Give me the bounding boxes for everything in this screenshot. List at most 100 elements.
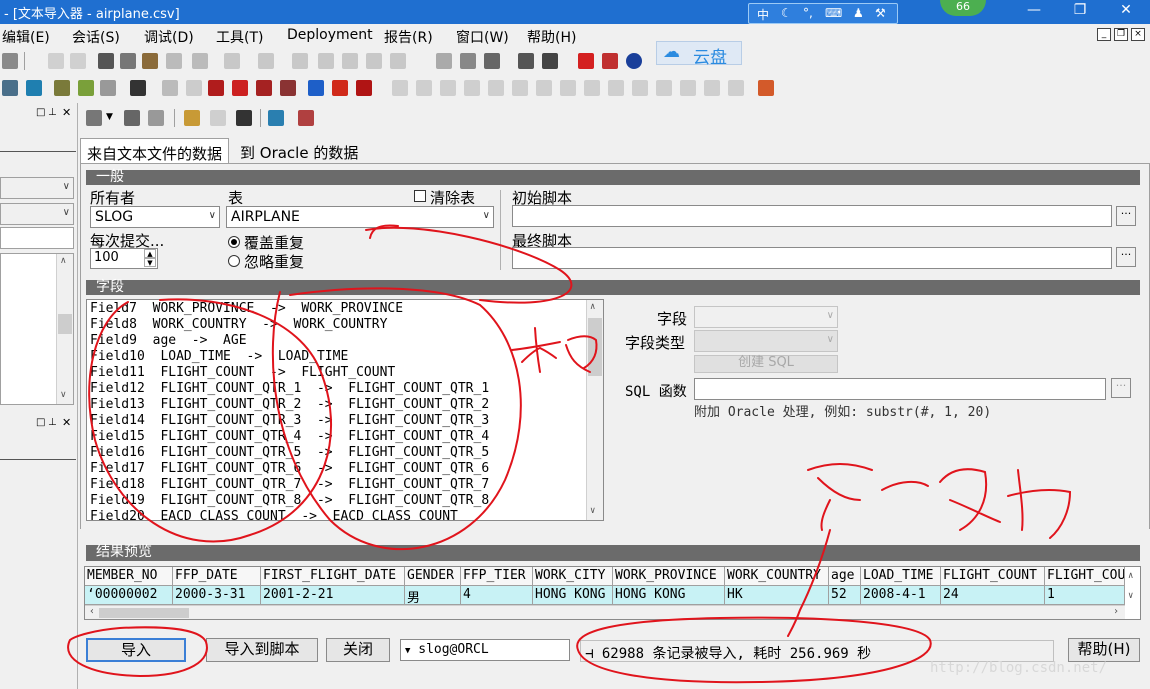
find-icon[interactable] (166, 53, 182, 69)
owner-select[interactable]: SLOG ∨ (90, 206, 220, 228)
table-cell[interactable]: HK (725, 586, 829, 605)
table-cell[interactable]: 2000-3-31 (173, 586, 261, 605)
spin-down-icon[interactable]: ▼ (144, 258, 156, 267)
tool-9-icon[interactable] (584, 80, 600, 96)
menu-help[interactable]: 帮助(H) (527, 27, 576, 47)
clear-table-checkbox[interactable] (414, 190, 426, 202)
table-cell[interactable]: 1 (1045, 586, 1125, 605)
forward-icon[interactable] (258, 53, 274, 69)
tool-4-icon[interactable] (464, 80, 480, 96)
wizard-icon[interactable] (298, 110, 314, 126)
mdi-restore-icon[interactable]: ❐ (1114, 28, 1128, 41)
tool-7-icon[interactable] (536, 80, 552, 96)
db-connect-icon[interactable] (2, 80, 18, 96)
spin-up-icon[interactable]: ▲ (144, 249, 156, 258)
cut-icon[interactable] (98, 53, 114, 69)
column-header[interactable]: FFP_TIER (461, 567, 533, 586)
import-button[interactable]: 导入 (86, 638, 186, 662)
window-list-icon[interactable] (436, 53, 452, 69)
table-cell[interactable]: 24 (941, 586, 1045, 605)
step-icon[interactable] (256, 80, 272, 96)
back-icon[interactable] (224, 53, 240, 69)
ime-toolbar[interactable]: 中 ☾ °, ⌨ ♟ ⚒ (748, 3, 898, 24)
uncomment-icon[interactable] (366, 53, 382, 69)
list-item[interactable]: Field14 FLIGHT_COUNT_QTR_3 -> FLIGHT_COU… (90, 413, 489, 428)
left-combo-2[interactable]: ∨ (0, 203, 74, 225)
copy-icon[interactable] (120, 53, 136, 69)
menu-deployment[interactable]: Deployment (287, 27, 373, 43)
table-cell[interactable]: 2008-4-1 (861, 586, 941, 605)
panel-pin-icon[interactable]: ⊥ (48, 107, 57, 118)
tool-13-icon[interactable] (680, 80, 696, 96)
grid-scroll-up-icon[interactable]: ∧ (1128, 571, 1133, 581)
column-header[interactable]: GENDER (405, 567, 461, 586)
tool-15-icon[interactable] (728, 80, 744, 96)
wrench-icon[interactable]: ⚒ (875, 6, 886, 20)
tool-3-icon[interactable] (440, 80, 456, 96)
clear-icon[interactable] (186, 80, 202, 96)
list-item[interactable]: Field17 FLIGHT_COUNT_QTR_6 -> FLIGHT_COU… (90, 461, 489, 476)
list-item[interactable]: Field16 FLIGHT_COUNT_QTR_5 -> FLIGHT_COU… (90, 445, 489, 460)
menu-session[interactable]: 会话(S) (72, 27, 120, 47)
menu-window[interactable]: 窗口(W) (456, 27, 509, 47)
grid-scroll-down-icon[interactable]: ∨ (1128, 591, 1133, 601)
column-header[interactable]: WORK_COUNTRY (725, 567, 829, 586)
cascade-icon[interactable] (484, 53, 500, 69)
tool-10-icon[interactable] (608, 80, 624, 96)
tool-6-icon[interactable] (512, 80, 528, 96)
list-item[interactable]: Field9 age -> AGE (90, 333, 247, 348)
paste-icon[interactable] (142, 53, 158, 69)
user-icon[interactable]: ♟ (853, 6, 864, 20)
pdf-icon[interactable] (602, 53, 618, 69)
step-out-icon[interactable] (280, 80, 296, 96)
cloud-disk-button[interactable]: ☁ 云盘 (656, 41, 742, 68)
results-grid[interactable]: MEMBER_NO FFP_DATE FIRST_FLIGHT_DATE GEN… (84, 566, 1141, 620)
tool-8-icon[interactable] (560, 80, 576, 96)
preferences-icon[interactable] (130, 80, 146, 96)
list-item[interactable]: Field19 FLIGHT_COUNT_QTR_8 -> FLIGHT_COU… (90, 493, 489, 508)
tool-14-icon[interactable] (704, 80, 720, 96)
menu-tools[interactable]: 工具(T) (216, 27, 263, 47)
tool-12-icon[interactable] (656, 80, 672, 96)
list-item[interactable]: Field12 FLIGHT_COUNT_QTR_1 -> FLIGHT_COU… (90, 381, 489, 396)
format-icon[interactable] (390, 53, 406, 69)
minimize-icon[interactable]: — (1024, 2, 1044, 20)
init-script-browse-button[interactable]: ··· (1116, 206, 1136, 226)
save-disabled-icon[interactable] (210, 110, 226, 126)
find-next-icon[interactable] (192, 53, 208, 69)
ime-language-label[interactable]: 中 (757, 6, 769, 23)
template-dropdown-icon[interactable]: ▼ (106, 112, 113, 122)
panel2-close-icon[interactable]: ✕ (62, 416, 71, 429)
column-header[interactable]: FLIGHT_COU (1045, 567, 1125, 586)
column-header[interactable]: MEMBER_NO (85, 567, 173, 586)
list-item[interactable]: Field7 WORK_PROVINCE -> WORK_PROVINCE (90, 301, 403, 316)
print-icon[interactable] (2, 53, 18, 69)
compile-icon[interactable] (54, 80, 70, 96)
redo-icon[interactable] (70, 53, 86, 69)
menu-debug[interactable]: 调试(D) (144, 27, 194, 47)
table-cell[interactable]: ‘00000002 (85, 586, 173, 605)
tool-16-icon[interactable] (758, 80, 774, 96)
grid-hscrollbar[interactable]: ‹ › (85, 605, 1125, 619)
table-cell[interactable]: 男 (405, 586, 461, 605)
grid-scroll-left-icon[interactable]: ‹ (89, 606, 95, 617)
session-select[interactable]: ▼ slog@ORCL (400, 639, 570, 661)
table-cell[interactable]: 2001-2-21 (261, 586, 405, 605)
tool-2-icon[interactable] (416, 80, 432, 96)
list-item[interactable]: Field18 FLIGHT_COUNT_QTR_7 -> FLIGHT_COU… (90, 477, 489, 492)
maximize-icon[interactable]: ❐ (1070, 2, 1090, 20)
create-sql-button[interactable]: 创建 SQL (694, 355, 838, 373)
column-header[interactable]: age (829, 567, 861, 586)
comment-icon[interactable] (342, 53, 358, 69)
db-disconnect-icon[interactable] (26, 80, 42, 96)
tool-1-icon[interactable] (392, 80, 408, 96)
list-item[interactable]: Field20 EACD_CLASS_COUNT -> EACD_CLASS_C… (90, 509, 458, 520)
open-file-icon[interactable] (184, 110, 200, 126)
explain-icon[interactable] (100, 80, 116, 96)
undo-icon[interactable] (48, 53, 64, 69)
load-template-icon[interactable] (86, 110, 102, 126)
field-list-scrollbar[interactable]: ∧ ∨ (586, 300, 603, 520)
tab-to-oracle[interactable]: 到 Oracle 的数据 (234, 138, 364, 164)
list-item[interactable]: Field11 FLIGHT_COUNT -> FLIGHT_COUNT (90, 365, 395, 380)
tool-5-icon[interactable] (488, 80, 504, 96)
